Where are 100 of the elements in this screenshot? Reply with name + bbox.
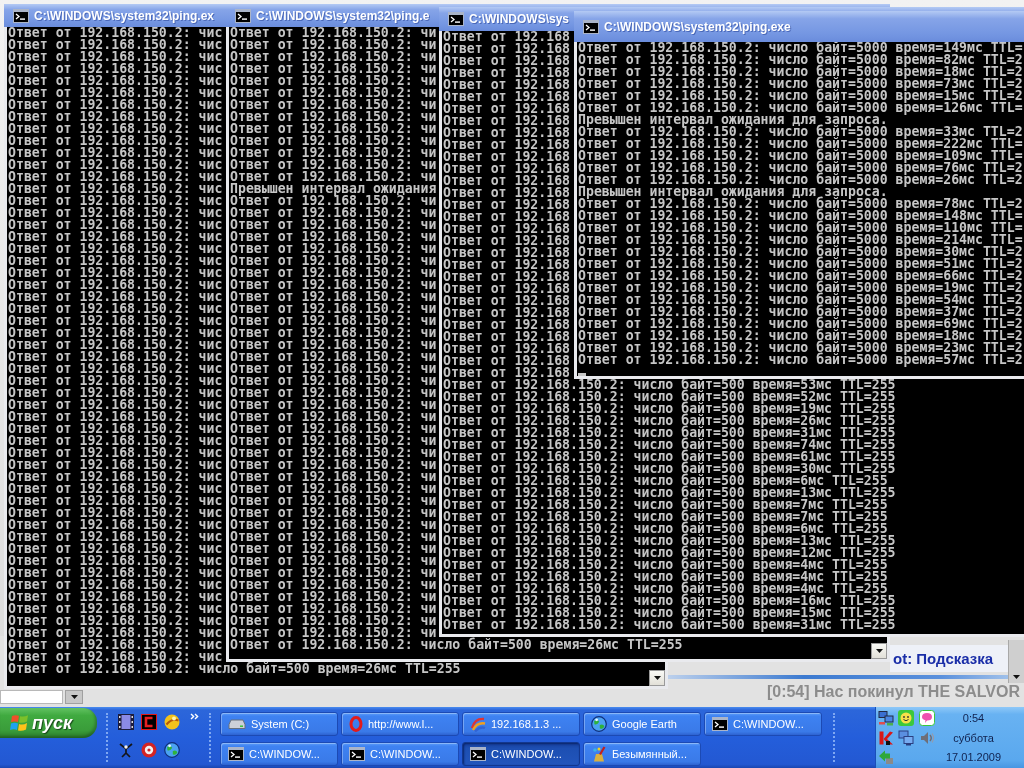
output-line: Ответ от 192.168.150.2: чи — [230, 303, 437, 315]
taskbar-button[interactable]: C:\WINDOW... — [341, 742, 459, 766]
output-line: Ответ от 192.168.150.2: чис — [8, 27, 223, 39]
output-line: Ответ от 192.168 — [443, 319, 571, 331]
output-line: Ответ от 192.168.150.2: чис — [8, 159, 223, 171]
input-field[interactable] — [0, 690, 63, 704]
monitors-icon[interactable] — [898, 729, 914, 746]
start-button[interactable]: пуск — [0, 708, 97, 738]
output-line: Ответ от 192.168.150.2: чис — [8, 279, 223, 291]
output-line: Ответ от 192.168 — [443, 247, 571, 259]
output-line: Ответ от 192.168.150.2: чис — [8, 495, 223, 507]
output-line: Ответ от 192.168.150.2: чис — [8, 255, 223, 267]
output-line: Ответ от 192.168.150.2: чи — [230, 255, 437, 267]
output-line: Ответ от 192.168 — [443, 163, 571, 175]
taskbar-button[interactable]: 192.168.1.3 ... — [462, 712, 580, 736]
taskbar-button[interactable]: Google Earth — [583, 712, 701, 736]
output-line: Ответ от 192.168.150.2: чис — [8, 135, 223, 147]
output-line: Ответ от 192.168 — [443, 187, 571, 199]
output-line: Ответ от 192.168.150.2: чис — [8, 195, 223, 207]
window-title: C:\WINDOWS\system32\ping.exe — [604, 19, 791, 34]
output-line: Ответ от 192.168.150.2: чи — [230, 291, 437, 303]
output-line: Ответ от 192.168.150.2: чис — [8, 99, 223, 111]
output-line: Ответ от 192.168.150.2: чи — [230, 399, 437, 411]
scrollbar[interactable] — [1008, 640, 1024, 683]
output-line: Ответ от 192.168.150.2: чи — [230, 27, 437, 39]
dropdown-button[interactable] — [65, 690, 83, 704]
clock-day: суббота — [937, 731, 1024, 744]
output-line: Ответ от 192.168.150.2: чи — [230, 267, 437, 279]
output-line: Ответ от 192.168.150.2: чис — [8, 507, 223, 519]
output-line: Ответ от 192.168 — [443, 331, 571, 343]
console-icon — [470, 747, 486, 761]
output-line: Ответ от 192.168.150.2: чис — [8, 123, 223, 135]
taskbar-button[interactable]: http://www.l... — [341, 712, 459, 736]
output-line: Ответ от 192.168 — [443, 91, 571, 103]
bracket-icon[interactable] — [140, 714, 157, 730]
output-line: Ответ от 192.168.150.2: число байт=500 время=26мс TTL=255 — [8, 663, 461, 675]
output-line: Ответ от 192.168 — [443, 199, 571, 211]
output-line: Ответ от 192.168.150.2: чи — [230, 111, 437, 123]
output-line: Ответ от 192.168.150.2: чис — [8, 639, 223, 651]
output-line: Ответ от 192.168 — [443, 295, 571, 307]
k-mark-icon[interactable] — [878, 729, 894, 746]
scroll-down-button[interactable] — [649, 670, 665, 686]
output-line: Ответ от 192.168.150.2: чи — [230, 519, 437, 531]
taskbar-button[interactable]: C:\WINDOW... — [462, 742, 580, 766]
output-line: Ответ от 192.168.150.2: чи — [230, 555, 437, 567]
output-line: Ответ от 192.168.150.2: чис — [8, 651, 223, 663]
smiley-icon[interactable] — [898, 710, 914, 726]
output-line: Превышен интервал ожидания — [230, 183, 437, 195]
globe-icon — [591, 716, 607, 732]
output-line: Ответ от 192.168.150.2: число байт=5000 время=57мс TTL=2 — [578, 354, 1023, 366]
flag-icon — [10, 714, 28, 732]
output-line: Ответ от 192.168.150.2: чис — [8, 219, 223, 231]
ball-icon[interactable] — [163, 714, 180, 730]
computers-icon[interactable] — [878, 710, 894, 726]
output-line: Ответ от 192.168.150.2: число байт=500 время=31мс TTL=255 — [443, 619, 896, 631]
output-line: Ответ от 192.168.150.2: чис — [8, 231, 223, 243]
output-line: Ответ от 192.168.150.2: чис — [8, 87, 223, 99]
output-line: Ответ от 192.168.150.2: чи — [230, 387, 437, 399]
output-line: Ответ от 192.168 — [443, 151, 571, 163]
output-line: Ответ от 192.168.150.2: чи — [230, 351, 437, 363]
console-icon — [349, 747, 365, 761]
console-icon — [448, 12, 464, 26]
figure-icon[interactable] — [117, 742, 134, 758]
swirl-icon — [470, 716, 486, 732]
output-line: Ответ от 192.168.150.2: чи — [230, 231, 437, 243]
film-icon[interactable] — [117, 714, 134, 730]
output-line: Ответ от 192.168 — [443, 211, 571, 223]
output-line: Ответ от 192.168.150.2: чи — [230, 483, 437, 495]
output-line: Ответ от 192.168.150.2: чи — [230, 219, 437, 231]
output-line: Ответ от 192.168.150.2: чис — [8, 399, 223, 411]
output-line: Ответ от 192.168.150.2: чис — [8, 435, 223, 447]
output-line: Ответ от 192.168.150.2: число байт=5000 время=126мс TTL= — [578, 102, 1023, 114]
output-line: Ответ от 192.168.150.2: чис — [8, 51, 223, 63]
output-line: Ответ от 192.168.150.2: чис — [8, 591, 223, 603]
disc-icon[interactable] — [140, 742, 157, 758]
taskbar-button[interactable]: C:\WINDOW... — [220, 742, 338, 766]
output-line: Ответ от 192.168.150.2: чис — [8, 459, 223, 471]
taskbar-button[interactable]: Безымянный... — [583, 742, 701, 766]
console-icon — [712, 717, 728, 731]
output-line: Ответ от 192.168.150.2: число байт=5000 время=26мс TTL=2 — [578, 174, 1023, 186]
output-line: Ответ от 192.168.150.2: чи — [230, 51, 437, 63]
output-line: Ответ от 192.168.150.2: чи — [230, 87, 437, 99]
taskbar-button[interactable]: System (C:) — [220, 712, 338, 736]
output-line: Ответ от 192.168.150.2: чи — [230, 615, 437, 627]
output-line: Ответ от 192.168.150.2: чис — [8, 363, 223, 375]
chevron-icon[interactable] — [190, 713, 199, 720]
scroll-down-button[interactable] — [871, 643, 887, 659]
taskbar-button[interactable]: C:\WINDOW... — [704, 712, 822, 736]
globe-icon[interactable] — [163, 742, 180, 758]
output-line: Ответ от 192.168.150.2: число байт=500 время=26мс TTL=255 — [230, 639, 683, 651]
output-line: Ответ от 192.168.150.2: чи — [230, 99, 437, 111]
output-line: Ответ от 192.168.150.2: чис — [8, 267, 223, 279]
output-line: Ответ от 192.168 — [443, 55, 571, 67]
output-line: Ответ от 192.168.150.2: чис — [8, 627, 223, 639]
output-line: Ответ от 192.168.150.2: чи — [230, 135, 437, 147]
output-line: Ответ от 192.168 — [443, 127, 571, 139]
output-line: Ответ от 192.168.150.2: чис — [8, 315, 223, 327]
output-line: Ответ от 192.168 — [443, 271, 571, 283]
speech-bubble-icon[interactable] — [919, 710, 935, 726]
output-line: Ответ от 192.168.150.2: чис — [8, 531, 223, 543]
